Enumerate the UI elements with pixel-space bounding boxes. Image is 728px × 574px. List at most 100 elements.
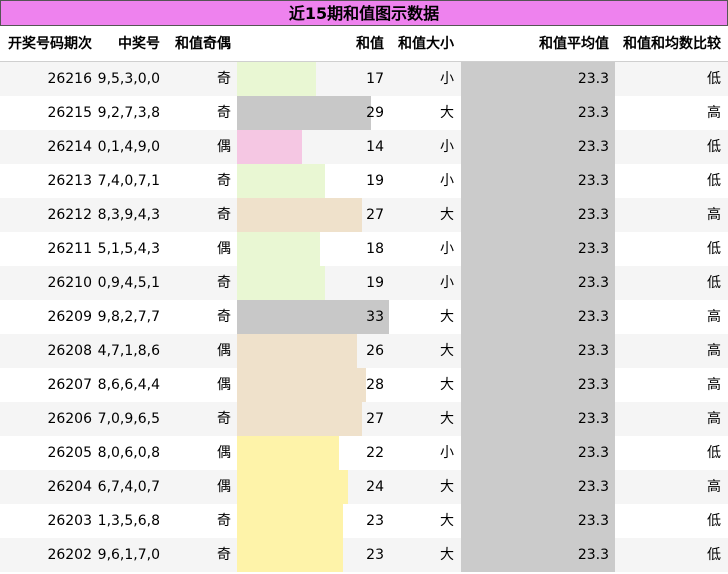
cell-period: 26215 <box>47 105 92 121</box>
cell-compare: 低 <box>707 139 721 155</box>
cell-sum: 27 <box>366 207 384 223</box>
cell-compare: 低 <box>707 71 721 87</box>
header-period: 开奖号码期次 <box>8 36 92 52</box>
cell-parity: 奇 <box>217 513 231 529</box>
table-row: 26208 4,7,1,8,6 偶 26 大 23.3 高 <box>0 334 728 368</box>
cell-period: 26203 <box>47 513 92 529</box>
cell-avg: 23.3 <box>577 479 609 495</box>
cell-size: 大 <box>440 105 454 121</box>
cell-parity: 奇 <box>217 71 231 87</box>
cell-sum: 23 <box>366 513 384 529</box>
cell-period: 26211 <box>47 241 92 257</box>
cell-size: 小 <box>440 173 454 189</box>
cell-avg: 23.3 <box>577 71 609 87</box>
cell-sum: 24 <box>366 479 384 495</box>
cell-period: 26207 <box>47 377 92 393</box>
table-row: 26216 9,5,3,0,0 奇 17 小 23.3 低 <box>0 62 728 96</box>
cell-sum: 22 <box>366 445 384 461</box>
table-row: 26214 0,1,4,9,0 偶 14 小 23.3 低 <box>0 130 728 164</box>
cell-avg: 23.3 <box>577 241 609 257</box>
table-row: 26206 7,0,9,6,5 奇 27 大 23.3 高 <box>0 402 728 436</box>
cell-avg: 23.3 <box>577 343 609 359</box>
cell-avg: 23.3 <box>577 173 609 189</box>
cell-sum: 29 <box>366 105 384 121</box>
cell-period: 26204 <box>47 479 92 495</box>
cell-sum: 19 <box>366 173 384 189</box>
cell-sum: 23 <box>366 547 384 563</box>
cell-compare: 高 <box>707 479 721 495</box>
sum-bar <box>237 436 339 470</box>
data-table-body: 26216 9,5,3,0,0 奇 17 小 23.3 低 26215 9,2,7,3,8 奇 29… <box>0 62 728 572</box>
cell-avg: 23.3 <box>577 377 609 393</box>
sum-bar <box>237 232 321 266</box>
header-sum: 和值 <box>356 36 384 52</box>
table-row: 26203 1,3,5,6,8 奇 23 大 23.3 低 <box>0 504 728 538</box>
table-row: 26207 8,6,6,4,4 偶 28 大 23.3 高 <box>0 368 728 402</box>
cell-sum: 33 <box>366 309 384 325</box>
cell-period: 26205 <box>47 445 92 461</box>
table-row: 26215 9,2,7,3,8 奇 29 大 23.3 高 <box>0 96 728 130</box>
cell-sum: 19 <box>366 275 384 291</box>
table-row: 26202 9,6,1,7,0 奇 23 大 23.3 低 <box>0 538 728 572</box>
cell-period: 26214 <box>47 139 92 155</box>
cell-compare: 低 <box>707 445 721 461</box>
cell-compare: 高 <box>707 105 721 121</box>
cell-parity: 奇 <box>217 105 231 121</box>
cell-parity: 奇 <box>217 173 231 189</box>
sum-bar <box>237 130 302 164</box>
cell-sum: 17 <box>366 71 384 87</box>
cell-compare: 低 <box>707 547 721 563</box>
cell-parity: 奇 <box>217 309 231 325</box>
table-row: 26213 7,4,0,7,1 奇 19 小 23.3 低 <box>0 164 728 198</box>
cell-parity: 奇 <box>217 207 231 223</box>
cell-numbers: 6,7,4,0,7 <box>97 479 160 495</box>
table-row: 26211 5,1,5,4,3 偶 18 小 23.3 低 <box>0 232 728 266</box>
cell-numbers: 8,6,6,4,4 <box>97 377 160 393</box>
cell-numbers: 9,6,1,7,0 <box>97 547 160 563</box>
sum-bar <box>237 504 344 538</box>
cell-size: 大 <box>440 479 454 495</box>
cell-size: 小 <box>440 241 454 257</box>
cell-numbers: 8,0,6,0,8 <box>97 445 160 461</box>
cell-size: 大 <box>440 377 454 393</box>
cell-avg: 23.3 <box>577 275 609 291</box>
header-size: 和值大小 <box>398 36 454 52</box>
cell-compare: 高 <box>707 377 721 393</box>
cell-sum: 26 <box>366 343 384 359</box>
table-row: 26210 0,9,4,5,1 奇 19 小 23.3 低 <box>0 266 728 300</box>
cell-sum: 18 <box>366 241 384 257</box>
sum-bar <box>237 266 325 300</box>
cell-sum: 14 <box>366 139 384 155</box>
cell-avg: 23.3 <box>577 207 609 223</box>
cell-parity: 奇 <box>217 275 231 291</box>
cell-period: 26206 <box>47 411 92 427</box>
cell-period: 26210 <box>47 275 92 291</box>
cell-size: 大 <box>440 207 454 223</box>
cell-compare: 低 <box>707 513 721 529</box>
cell-size: 小 <box>440 275 454 291</box>
cell-avg: 23.3 <box>577 513 609 529</box>
cell-size: 大 <box>440 547 454 563</box>
sum-bar <box>237 164 325 198</box>
cell-parity: 偶 <box>217 343 231 359</box>
cell-compare: 高 <box>707 309 721 325</box>
cell-numbers: 5,1,5,4,3 <box>97 241 160 257</box>
cell-compare: 低 <box>707 173 721 189</box>
cell-compare: 低 <box>707 275 721 291</box>
cell-parity: 偶 <box>217 479 231 495</box>
cell-size: 大 <box>440 309 454 325</box>
table-row: 26204 6,7,4,0,7 偶 24 大 23.3 高 <box>0 470 728 504</box>
cell-numbers: 1,3,5,6,8 <box>97 513 160 529</box>
cell-avg: 23.3 <box>577 547 609 563</box>
cell-avg: 23.3 <box>577 445 609 461</box>
cell-parity: 偶 <box>217 377 231 393</box>
cell-avg: 23.3 <box>577 105 609 121</box>
cell-avg: 23.3 <box>577 309 609 325</box>
cell-compare: 低 <box>707 241 721 257</box>
header-avg: 和值平均值 <box>539 36 609 52</box>
cell-numbers: 9,8,2,7,7 <box>97 309 160 325</box>
cell-size: 小 <box>440 139 454 155</box>
cell-period: 26202 <box>47 547 92 563</box>
cell-numbers: 0,1,4,9,0 <box>97 139 160 155</box>
cell-compare: 高 <box>707 411 721 427</box>
